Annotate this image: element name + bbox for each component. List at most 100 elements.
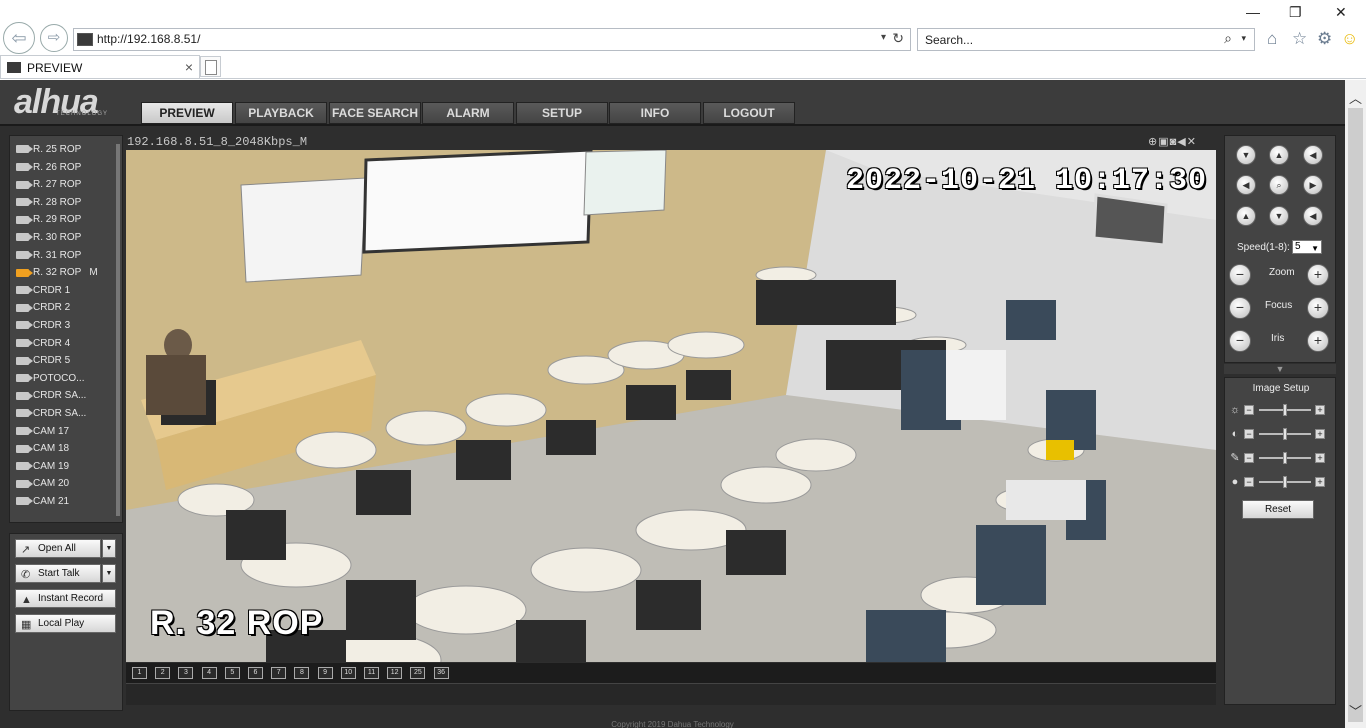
slider-increase-button[interactable]: +: [1315, 429, 1325, 439]
camera-item[interactable]: R. 26 ROP: [16, 162, 81, 178]
address-dropdown-icon[interactable]: ▾: [881, 32, 886, 43]
iris-open-button[interactable]: +: [1307, 330, 1329, 352]
layout-button[interactable]: 8: [294, 667, 310, 679]
layout-button[interactable]: 12: [387, 667, 403, 679]
browser-tab[interactable]: PREVIEW ×: [0, 55, 200, 79]
close-window-button[interactable]: ✕: [1335, 4, 1347, 21]
ptz-up-button[interactable]: ▲: [1269, 145, 1289, 165]
camera-item[interactable]: CRDR 5: [16, 355, 70, 371]
camera-item[interactable]: CAM 20: [16, 478, 69, 494]
camera-item[interactable]: R. 32 ROP M: [16, 267, 98, 283]
layout-button[interactable]: 1: [132, 667, 147, 679]
camera-item[interactable]: CRDR 4: [16, 338, 70, 354]
speed-select[interactable]: 5 ▼: [1292, 240, 1322, 254]
scroll-thumb[interactable]: [1348, 108, 1363, 722]
tab-face-search[interactable]: FACE SEARCH: [329, 102, 421, 124]
ptz-left-button[interactable]: ◀: [1236, 175, 1256, 195]
focus-far-button[interactable]: +: [1307, 297, 1329, 319]
camera-item[interactable]: CAM 19: [16, 461, 69, 477]
slider-decrease-button[interactable]: −: [1244, 429, 1254, 439]
refresh-icon[interactable]: ↻: [892, 30, 904, 47]
forward-button[interactable]: ⇨: [40, 24, 68, 52]
layout-button[interactable]: 2: [155, 667, 171, 679]
ptz-collapse-toggle[interactable]: ▼: [1224, 364, 1336, 374]
restore-button[interactable]: ❐: [1289, 4, 1302, 21]
start-talk-dropdown[interactable]: ▼: [102, 564, 116, 583]
camera-item[interactable]: R. 30 ROP: [16, 232, 81, 248]
zoom-icon[interactable]: ⊕: [1148, 136, 1158, 148]
camera-item[interactable]: CAM 18: [16, 443, 69, 459]
instant-record-button[interactable]: ▲ Instant Record: [15, 589, 116, 608]
layout-button[interactable]: 25: [410, 667, 426, 679]
layout-button[interactable]: 10: [340, 667, 356, 679]
layout-button[interactable]: 3: [178, 667, 194, 679]
camera-item[interactable]: POTOCO...: [16, 373, 85, 389]
layout-button[interactable]: 7: [271, 667, 287, 679]
search-input[interactable]: Search...: [925, 33, 973, 47]
ptz-3d-position-button[interactable]: ⌕: [1269, 175, 1289, 195]
close-video-icon[interactable]: ✕: [1187, 136, 1197, 148]
camera-item[interactable]: CRDR 3: [16, 320, 70, 336]
ptz-up-left-button[interactable]: ▼: [1236, 145, 1256, 165]
new-tab-button[interactable]: [200, 56, 221, 77]
home-icon[interactable]: ⌂: [1267, 29, 1277, 49]
slider-increase-button[interactable]: +: [1315, 453, 1325, 463]
layout-button[interactable]: 36: [433, 667, 449, 679]
slider-decrease-button[interactable]: −: [1244, 477, 1254, 487]
layout-button[interactable]: 6: [248, 667, 263, 679]
open-all-button[interactable]: ↗ Open All: [15, 539, 101, 558]
favorites-star-icon[interactable]: ☆: [1292, 29, 1307, 49]
ptz-up-right-button[interactable]: ◀: [1303, 145, 1323, 165]
tab-playback[interactable]: PLAYBACK: [235, 102, 327, 124]
focus-near-button[interactable]: −: [1229, 297, 1251, 319]
layout-button[interactable]: 5: [224, 667, 240, 679]
slider-knob[interactable]: [1283, 476, 1287, 488]
camera-item[interactable]: R. 25 ROP: [16, 144, 81, 160]
layout-button[interactable]: 4: [201, 667, 217, 679]
ptz-down-left-button[interactable]: ▲: [1236, 206, 1256, 226]
audio-icon[interactable]: ◀: [1177, 136, 1186, 148]
camera-list-scrollbar[interactable]: [116, 144, 120, 516]
feedback-smiley-icon[interactable]: ☺: [1341, 29, 1358, 49]
zoom-in-button[interactable]: +: [1307, 264, 1329, 286]
ptz-down-right-button[interactable]: ◀: [1303, 206, 1323, 226]
iris-close-button[interactable]: −: [1229, 330, 1251, 352]
slider-knob[interactable]: [1283, 428, 1287, 440]
back-button[interactable]: ⇦: [3, 22, 35, 54]
camera-item[interactable]: CAM 21: [16, 496, 69, 512]
ptz-right-button[interactable]: ▶: [1303, 175, 1323, 195]
slider-increase-button[interactable]: +: [1315, 477, 1325, 487]
camera-item[interactable]: R. 27 ROP: [16, 179, 81, 195]
search-icon[interactable]: ⌕: [1224, 30, 1232, 47]
camera-item[interactable]: R. 28 ROP: [16, 197, 81, 213]
tab-info[interactable]: INFO: [609, 102, 701, 124]
open-all-dropdown[interactable]: ▼: [102, 539, 116, 558]
tab-setup[interactable]: SETUP: [516, 102, 608, 124]
camera-item[interactable]: CRDR SA...: [16, 390, 86, 406]
tab-close-icon[interactable]: ×: [185, 59, 193, 75]
settings-gear-icon[interactable]: ⚙: [1317, 29, 1332, 49]
address-bar[interactable]: http://192.168.8.51/ ▾ ↻: [73, 28, 911, 51]
slider-decrease-button[interactable]: −: [1244, 453, 1254, 463]
camera-item[interactable]: CRDR 1: [16, 285, 70, 301]
camera-item[interactable]: CRDR SA...: [16, 408, 86, 424]
slider-increase-button[interactable]: +: [1315, 405, 1325, 415]
start-talk-button[interactable]: ✆ Start Talk: [15, 564, 101, 583]
tab-alarm[interactable]: ALARM: [422, 102, 514, 124]
live-video[interactable]: 2022-10-21 10:17:30 R. 32 ROP: [126, 150, 1216, 662]
address-url[interactable]: http://192.168.8.51/: [97, 32, 200, 46]
scroll-down-icon[interactable]: ﹀: [1349, 701, 1362, 720]
scroll-up-icon[interactable]: ︿: [1349, 88, 1362, 107]
search-box[interactable]: Search... ⌕ ▾: [917, 28, 1255, 51]
reset-button[interactable]: Reset: [1242, 500, 1314, 519]
camera-item[interactable]: CAM 17: [16, 426, 69, 442]
camera-item[interactable]: R. 29 ROP: [16, 214, 81, 230]
ptz-down-button[interactable]: ▼: [1269, 206, 1289, 226]
tab-logout[interactable]: LOGOUT: [703, 102, 795, 124]
layout-button[interactable]: 9: [317, 667, 333, 679]
slider-knob[interactable]: [1283, 452, 1287, 464]
search-dropdown-icon[interactable]: ▾: [1241, 33, 1246, 44]
local-play-button[interactable]: ▦ Local Play: [15, 614, 116, 633]
camera-item[interactable]: CRDR 2: [16, 302, 70, 318]
camera-item[interactable]: R. 31 ROP: [16, 250, 81, 266]
